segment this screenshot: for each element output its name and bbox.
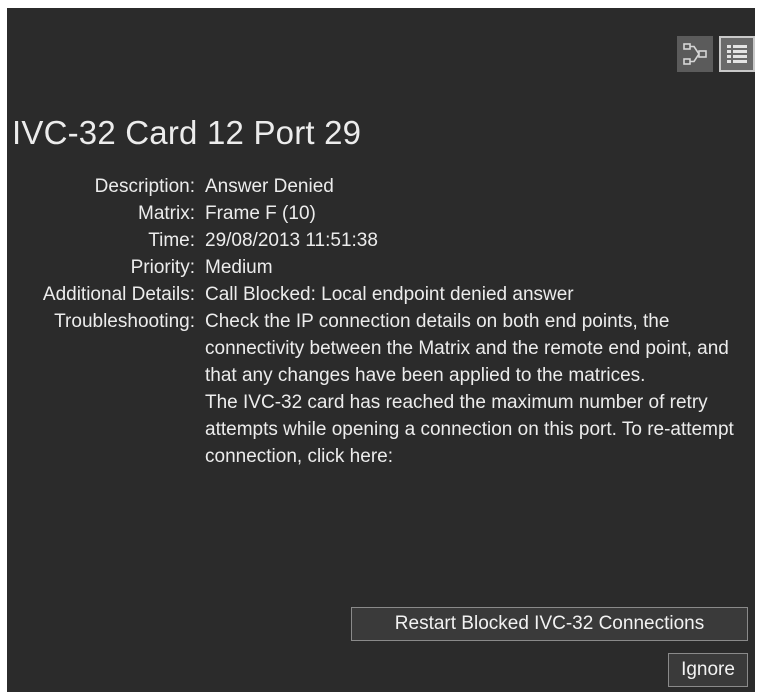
matrix-value: Frame F (10) (205, 203, 316, 224)
flow-view-button[interactable] (677, 36, 713, 72)
detail-row-priority: Priority: Medium (7, 254, 755, 281)
alarm-details: Description: Answer Denied Matrix: Frame… (7, 173, 755, 470)
troubleshooting-paragraph: The IVC-32 card has reached the maximum … (205, 392, 734, 467)
additional-details-value: Call Blocked: Local endpoint denied answ… (205, 284, 574, 305)
restart-blocked-connections-button[interactable]: Restart Blocked IVC-32 Connections (351, 607, 748, 641)
priority-value: Medium (205, 257, 273, 278)
ignore-button[interactable]: Ignore (668, 653, 748, 687)
detail-row-matrix: Matrix: Frame F (10) (7, 200, 755, 227)
view-toolbar (677, 36, 755, 72)
description-value: Answer Denied (205, 176, 334, 197)
troubleshooting-value: Check the IP connection details on both … (205, 308, 755, 470)
detail-row-additional-details: Additional Details: Call Blocked: Local … (7, 281, 755, 308)
description-label: Description: (94, 176, 195, 197)
troubleshooting-paragraph: Check the IP connection details on both … (205, 311, 729, 386)
detail-row-time: Time: 29/08/2013 11:51:38 (7, 227, 755, 254)
time-value: 29/08/2013 11:51:38 (205, 230, 378, 251)
detail-row-description: Description: Answer Denied (7, 173, 755, 200)
flow-diagram-icon (683, 43, 707, 65)
alarm-title: IVC-32 Card 12 Port 29 (12, 114, 362, 151)
priority-label: Priority: (130, 257, 195, 278)
troubleshooting-label: Troubleshooting: (54, 311, 195, 332)
list-view-icon (727, 45, 747, 63)
detail-row-troubleshooting: Troubleshooting: Check the IP connection… (7, 308, 755, 470)
time-label: Time: (148, 230, 195, 251)
list-view-button[interactable] (719, 36, 755, 72)
matrix-label: Matrix: (138, 203, 195, 224)
additional-details-label: Additional Details: (42, 284, 195, 305)
alarm-details-panel: IVC-32 Card 12 Port 29 Description: Answ… (7, 8, 755, 692)
